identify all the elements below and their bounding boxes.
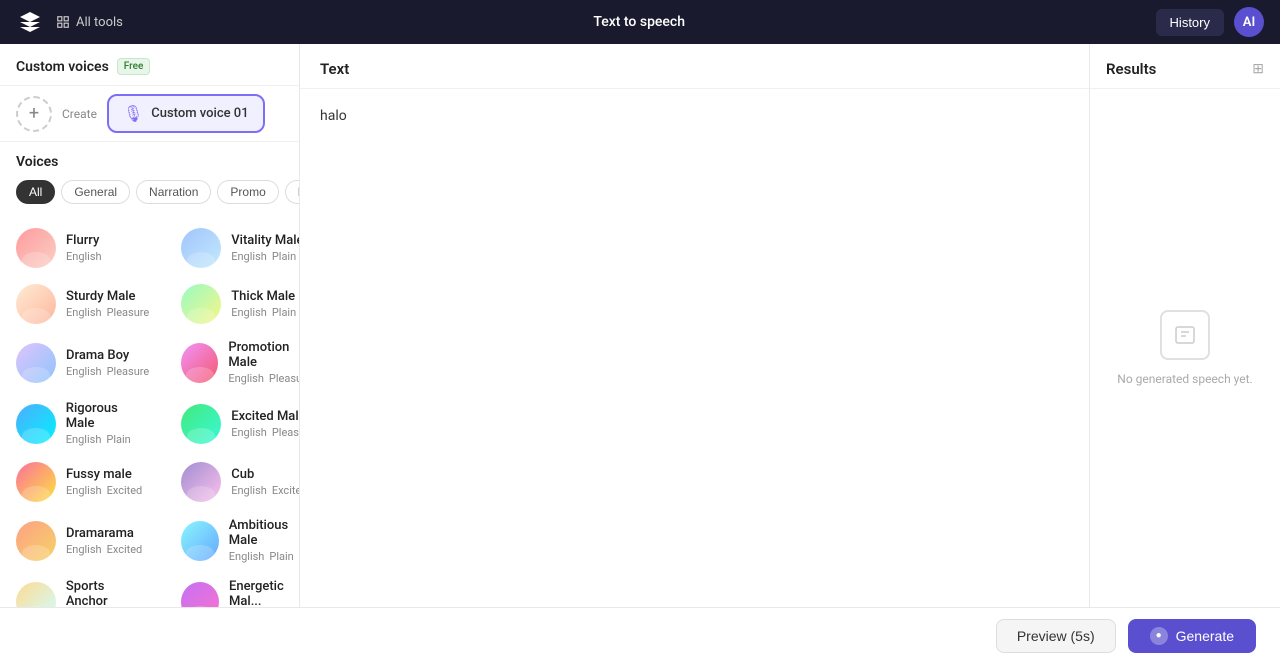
custom-voice-item[interactable]: 🎙 Custom voice 01 (107, 94, 265, 133)
voice-avatar-thick-male (181, 284, 221, 324)
voice-item-sports-anchor[interactable]: Sports Anchor EnglishExcited (0, 571, 165, 607)
custom-voices-title: Custom voices (16, 59, 109, 75)
voice-avatar-sports-anchor (16, 582, 56, 608)
text-input-area[interactable]: halo (300, 89, 1089, 607)
voice-avatar-drama-boy (16, 343, 56, 383)
voice-item-flurry[interactable]: Flurry English (0, 220, 165, 276)
voice-item-thick-male[interactable]: Thick Male EnglishPlain (165, 276, 299, 332)
tab-newscast[interactable]: Newscast (285, 180, 300, 204)
tab-all[interactable]: All (16, 180, 55, 204)
tab-promo[interactable]: Promo (217, 180, 278, 204)
user-avatar[interactable]: AI (1234, 7, 1264, 37)
bottom-bar: Preview (5s) ● Generate (0, 607, 1280, 663)
text-panel: Text halo (300, 44, 1090, 607)
voice-avatar-ambitious-male (181, 521, 219, 561)
voice-grid: Flurry English Vitality Male EnglishPlai… (0, 220, 299, 607)
custom-voices-row: + Create 🎙 Custom voice 01 (0, 86, 299, 142)
tab-general[interactable]: General (61, 180, 130, 204)
voice-item-promotion-male[interactable]: Promotion Male EnglishPleasure (165, 332, 299, 393)
voice-avatar-vitality-male (181, 228, 221, 268)
voice-avatar-sturdy-male (16, 284, 56, 324)
results-empty-text: No generated speech yet. (1117, 372, 1252, 386)
voice-avatar-cub (181, 462, 221, 502)
results-empty-state: No generated speech yet. (1090, 89, 1280, 607)
history-button[interactable]: History (1156, 9, 1224, 36)
voice-item-energetic-male[interactable]: Energetic Mal... EnglishExcited (165, 571, 299, 607)
preview-button[interactable]: Preview (5s) (996, 619, 1116, 653)
voice-avatar-energetic-male (181, 582, 219, 608)
generate-button[interactable]: ● Generate (1128, 619, 1256, 653)
free-badge: Free (117, 58, 151, 75)
voice-avatar-fussy-male (16, 462, 56, 502)
create-button[interactable]: + (16, 96, 52, 132)
topnav-right: History AI (1156, 7, 1264, 37)
voice-item-fussy-male[interactable]: Fussy male EnglishExcited (0, 454, 165, 510)
voice-avatar-excited-male (181, 404, 221, 444)
voice-item-rigorous-male[interactable]: Rigorous Male EnglishPlain (0, 393, 165, 454)
microphone-icon: 🎙 (123, 104, 143, 123)
voice-avatar-dramarama (16, 521, 56, 561)
results-panel: Results ⊞ No generated speech yet. (1090, 44, 1280, 607)
voice-item-sturdy-male[interactable]: Sturdy Male EnglishPleasure (0, 276, 165, 332)
filter-tabs: All General Narration Promo Newscast (0, 178, 299, 216)
voice-avatar-rigorous-male (16, 404, 56, 444)
voice-item-drama-boy[interactable]: Drama Boy EnglishPleasure (0, 332, 165, 393)
create-label: Create (62, 107, 97, 121)
plus-icon: + (29, 103, 39, 124)
voice-list: Flurry English Vitality Male EnglishPlai… (0, 216, 299, 607)
custom-voice-label: Custom voice 01 (151, 106, 248, 121)
voice-avatar-promotion-male (181, 343, 218, 383)
main-layout: Custom voices Free + Create 🎙 Custom voi… (0, 44, 1280, 607)
results-placeholder-icon (1160, 310, 1210, 360)
voice-item-cub[interactable]: Cub EnglishExcited (165, 454, 299, 510)
left-panel: Custom voices Free + Create 🎙 Custom voi… (0, 44, 300, 607)
voices-header: Voices (0, 142, 299, 178)
voice-item-ambitious-male[interactable]: Ambitious Male EnglishPlain (165, 510, 299, 571)
results-options-icon[interactable]: ⊞ (1252, 61, 1264, 77)
topnav-left: All tools (16, 8, 123, 36)
results-title: Results (1106, 60, 1156, 78)
logo (16, 8, 44, 36)
voice-item-excited-male[interactable]: Excited Male EnglishPleasure (165, 393, 299, 454)
all-tools-label: All tools (76, 15, 123, 30)
text-content: halo (320, 108, 347, 124)
text-panel-header: Text (300, 44, 1089, 89)
custom-voices-header: Custom voices Free (0, 44, 299, 86)
page-title: Text to speech (593, 14, 685, 30)
tab-narration[interactable]: Narration (136, 180, 211, 204)
voice-avatar-flurry (16, 228, 56, 268)
voice-item-vitality-male[interactable]: Vitality Male EnglishPlain (165, 220, 299, 276)
voice-item-dramarama[interactable]: Dramarama EnglishExcited (0, 510, 165, 571)
generate-icon: ● (1150, 627, 1168, 645)
results-header: Results ⊞ (1090, 44, 1280, 89)
all-tools-button[interactable]: All tools (56, 15, 123, 30)
generate-label: Generate (1176, 628, 1234, 644)
topnav: All tools Text to speech History AI (0, 0, 1280, 44)
